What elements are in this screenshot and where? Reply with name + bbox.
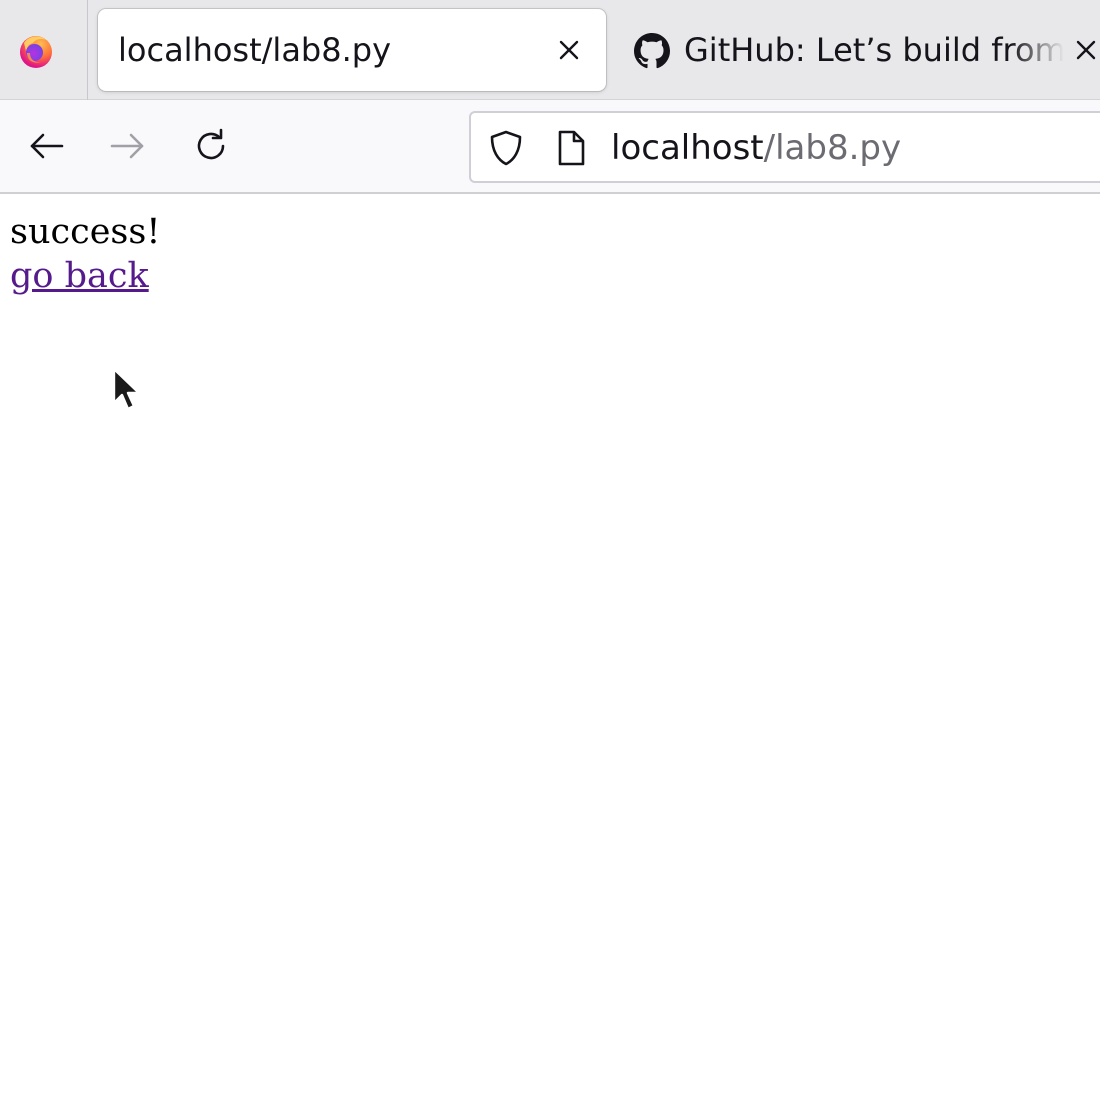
url-host: localhost xyxy=(611,128,764,168)
firefox-logo-icon xyxy=(20,36,52,68)
firefox-view-button[interactable] xyxy=(0,0,88,100)
tab-title: localhost/lab8.py xyxy=(118,31,392,69)
url-path: /lab8.py xyxy=(763,128,902,168)
go-back-link[interactable]: go back xyxy=(10,256,149,296)
reload-icon[interactable] xyxy=(191,126,231,166)
url-text: localhost/lab8.py xyxy=(611,128,901,168)
github-icon xyxy=(634,33,670,69)
shield-icon[interactable] xyxy=(487,129,525,167)
back-arrow-icon[interactable] xyxy=(26,126,66,166)
close-icon[interactable] xyxy=(553,34,585,66)
navigation-toolbar: localhost/lab8.py xyxy=(0,100,1100,194)
tab-title: GitHub: Let’s build from here xyxy=(684,31,1064,69)
tab-localhost[interactable]: localhost/lab8.py xyxy=(98,9,606,91)
tab-github[interactable]: GitHub: Let’s build from here xyxy=(618,9,1100,91)
mouse-cursor-icon xyxy=(112,367,141,411)
address-bar[interactable]: localhost/lab8.py xyxy=(469,111,1100,183)
success-message: success! xyxy=(10,212,161,252)
close-icon[interactable] xyxy=(1070,34,1100,66)
page-content: success! go back xyxy=(10,210,160,298)
forward-arrow-icon[interactable] xyxy=(108,126,148,166)
tab-strip: localhost/lab8.py GitHub: Let’s build fr… xyxy=(0,0,1100,100)
page-icon[interactable] xyxy=(553,129,589,167)
